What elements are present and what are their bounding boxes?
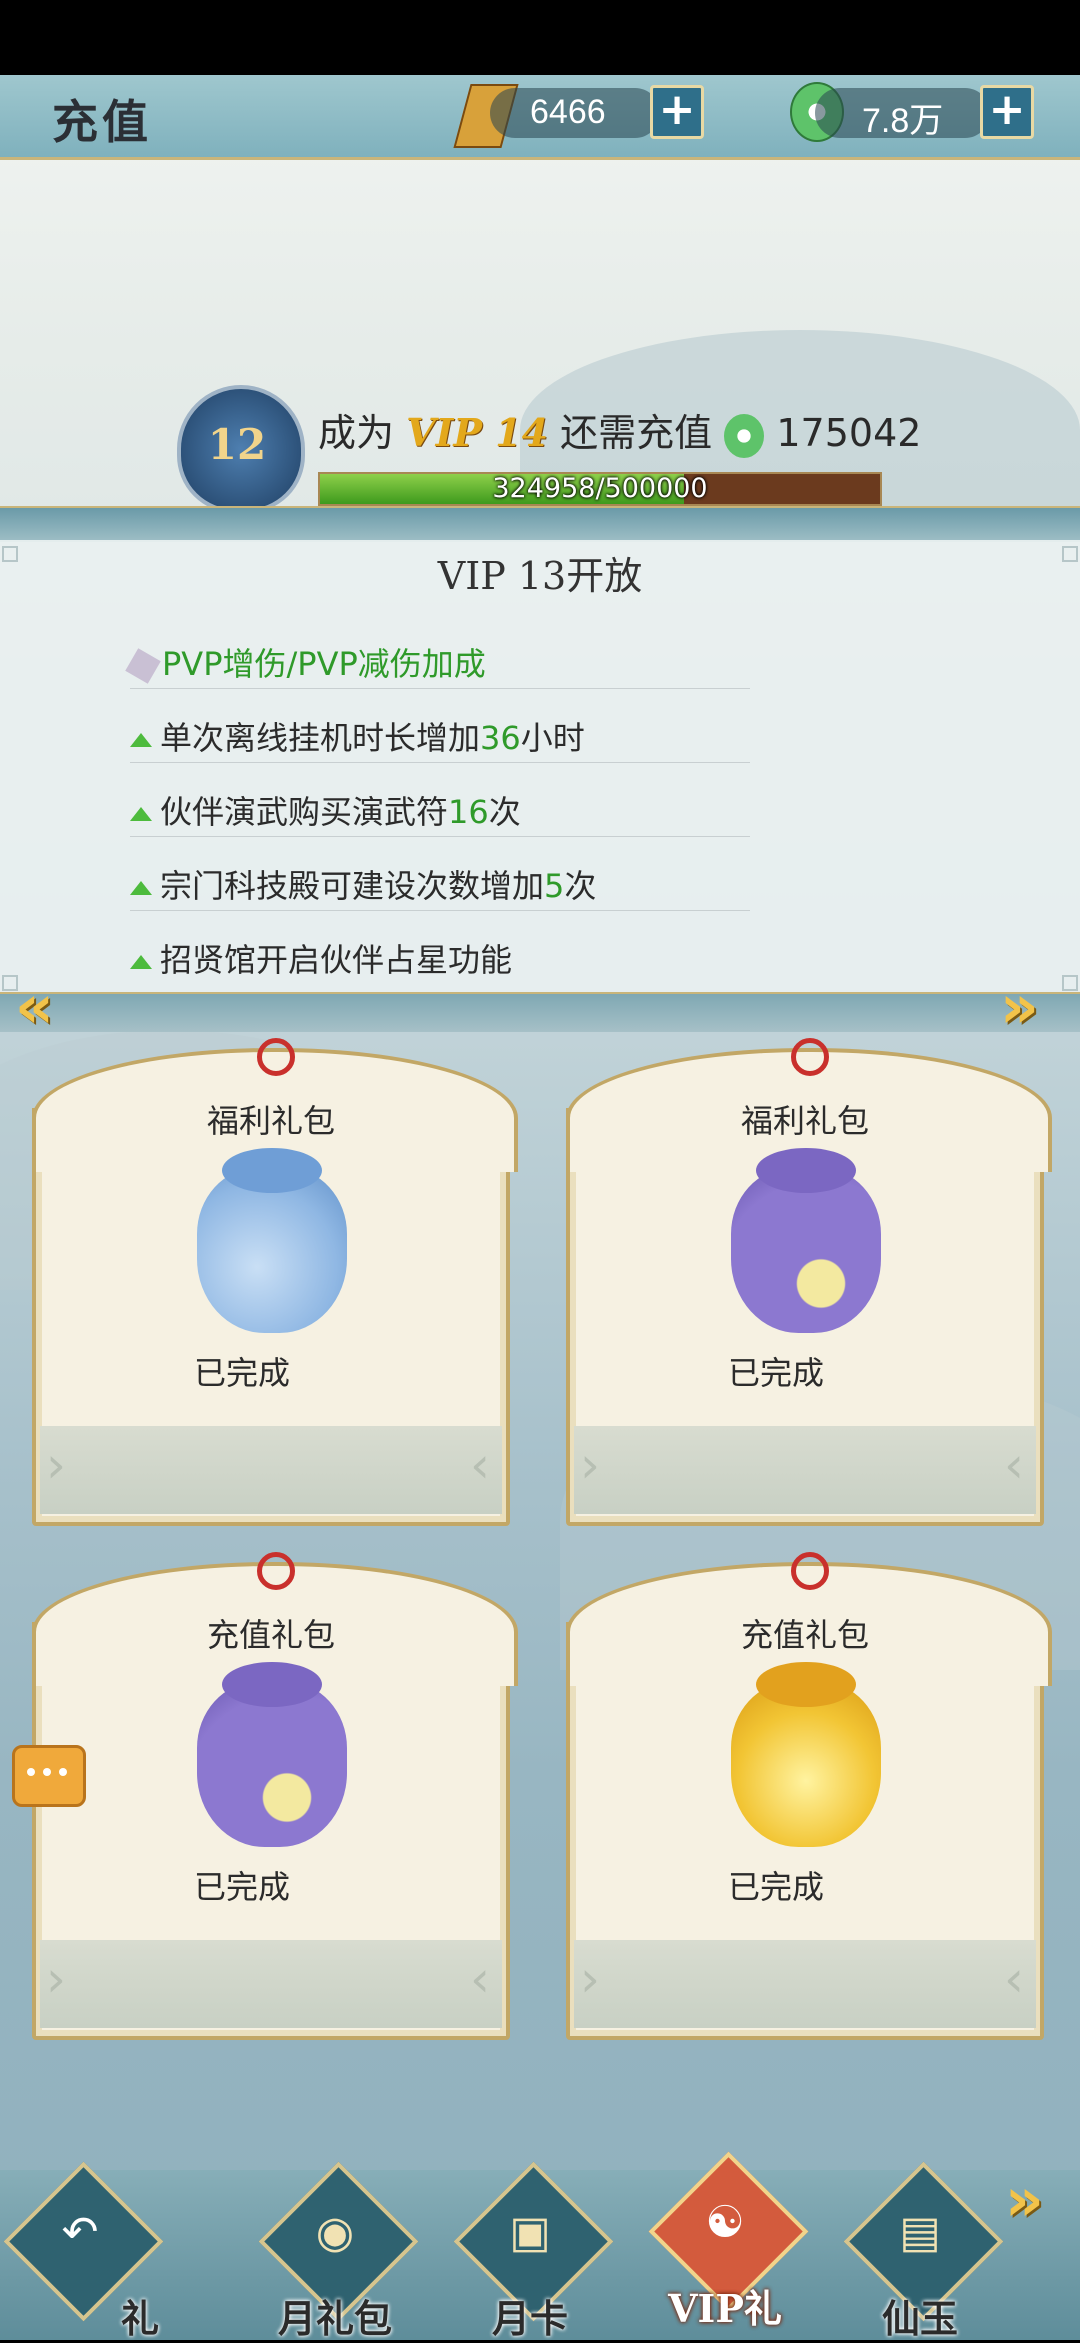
back-button[interactable]: ↶ 礼 — [3, 2161, 164, 2341]
nav-label: VIP礼 — [668, 2286, 782, 2331]
page-title: 充值 — [52, 95, 152, 149]
arrow-up-icon — [130, 807, 152, 821]
vip-progress-text: 324958/500000 — [492, 473, 708, 504]
card-footer: › ‹ — [40, 1940, 502, 2028]
nav-monthly-gift[interactable]: ◉ 月礼包 — [258, 2161, 419, 2341]
gift-card[interactable]: 充值礼包 已完成 › ‹ — [566, 1552, 1052, 2040]
nav-jade[interactable]: ▤ 仙玉 — [843, 2161, 1004, 2341]
vip-target-level: VIP 14 — [406, 410, 549, 455]
divider-band — [0, 506, 1080, 542]
card-title: 充值礼包 — [206, 1616, 335, 1654]
perk-item: 伙伴演武购买演武符16次 — [130, 788, 750, 837]
hanging-hook-icon — [257, 1038, 295, 1076]
nav-vip-gift[interactable]: ☯ VIP礼 — [648, 2151, 809, 2331]
card-title: 充值礼包 — [740, 1616, 869, 1654]
add-gold-button[interactable]: + — [650, 85, 704, 139]
treasure-chest-icon: ▤ — [899, 2207, 941, 2258]
vip-middle-text: 还需充值 — [560, 411, 713, 455]
chat-bubble-icon[interactable] — [12, 1745, 86, 1807]
prev-level-arrow-icon[interactable]: « — [15, 972, 54, 1042]
perk-item: PVP增伤/PVP减伤加成 — [125, 640, 750, 689]
vip-perks-panel[interactable] — [0, 540, 1080, 992]
hanging-hook-icon — [791, 1038, 829, 1076]
card-status: 已完成 — [727, 1354, 824, 1392]
card-title: 福利礼包 — [206, 1102, 335, 1140]
card-status: 已完成 — [193, 1354, 290, 1392]
card-footer: › ‹ — [40, 1426, 502, 1514]
vip-prefix: 成为 — [318, 411, 395, 455]
arrow-up-icon — [130, 955, 152, 969]
panel-corner — [1062, 975, 1078, 991]
card-footer: › ‹ — [574, 1426, 1036, 1514]
arrow-up-icon — [130, 733, 152, 747]
next-level-arrow-icon[interactable]: » — [1000, 972, 1039, 1042]
hanging-hook-icon — [791, 1552, 829, 1590]
perk-item: 宗门科技殿可建设次数增加5次 — [130, 862, 750, 911]
perk-item: 单次离线挂机时长增加36小时 — [130, 714, 750, 763]
arrow-up-icon — [130, 881, 152, 895]
nav-label: 仙玉 — [881, 2296, 958, 2341]
gift-card[interactable]: 充值礼包 已完成 › ‹ — [32, 1552, 518, 2040]
vip-needed-amount: 175042 — [776, 411, 922, 455]
currency-gold-value: 6466 — [530, 93, 606, 131]
card-icon: ▣ — [509, 2207, 551, 2258]
card-title: 福利礼包 — [740, 1102, 869, 1140]
gift-bag-icon — [197, 1148, 347, 1333]
perk-item: 招贤馆开启伙伴占星功能 — [130, 936, 750, 976]
panel-title: VIP 13开放 — [437, 554, 643, 598]
card-status: 已完成 — [727, 1868, 824, 1906]
currency-jade-value: 7.8万 — [862, 102, 944, 140]
jade-icon — [724, 413, 765, 458]
status-bar — [0, 0, 1080, 75]
vip-upgrade-info: 成为 VIP 14 还需充值 175042 — [318, 402, 921, 458]
flower-icon — [125, 648, 161, 684]
nav-label: 礼 — [120, 2296, 159, 2341]
gift-bag-icon — [731, 1662, 881, 1847]
vip-level-number: 12 — [207, 420, 267, 469]
gift-card[interactable]: 福利礼包 已完成 › ‹ — [566, 1038, 1052, 1526]
gift-card[interactable]: 福利礼包 已完成 › ‹ — [32, 1038, 518, 1526]
nav-label: 月卡 — [491, 2296, 568, 2341]
yin-yang-icon: ☯ — [705, 2197, 745, 2248]
money-bag-icon: ◉ — [315, 2207, 355, 2258]
card-footer: › ‹ — [574, 1940, 1036, 2028]
card-status: 已完成 — [193, 1868, 290, 1906]
nav-monthly-card[interactable]: ▣ 月卡 — [453, 2161, 614, 2341]
nav-label: 月礼包 — [277, 2296, 392, 2341]
add-jade-button[interactable]: + — [980, 85, 1034, 139]
vip-progress-bar: 324958/500000 — [318, 472, 882, 506]
gift-bag-icon — [731, 1148, 881, 1333]
back-arrow-icon: ↶ — [61, 2207, 99, 2258]
vip-level-badge: 12 — [172, 385, 305, 513]
nav-more-arrow-icon[interactable]: » — [1005, 2165, 1044, 2235]
gift-bag-icon — [197, 1662, 347, 1847]
hanging-hook-icon — [257, 1552, 295, 1590]
divider-band — [0, 992, 1080, 1032]
